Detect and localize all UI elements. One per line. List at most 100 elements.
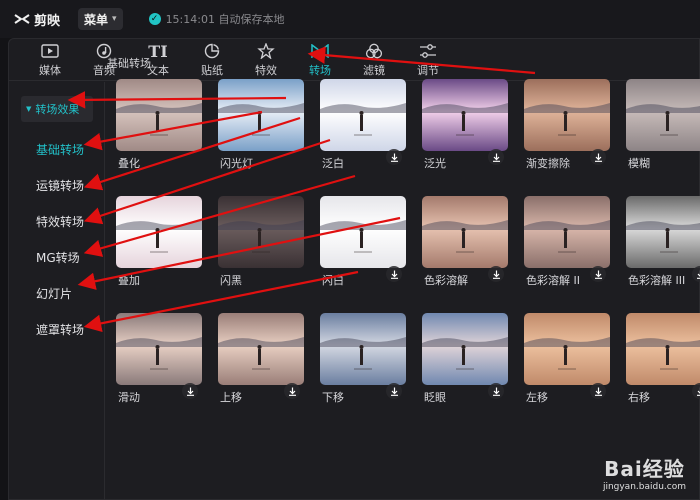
- transition-thumbnail: [218, 79, 304, 151]
- download-icon[interactable]: [488, 149, 504, 165]
- transition-label: 泛光: [424, 157, 446, 170]
- transition-thumbnail: [626, 313, 700, 385]
- transition-card[interactable]: 叠化: [116, 79, 202, 170]
- transition-label: 泛白: [322, 157, 344, 170]
- tab-adjust[interactable]: 调节: [401, 39, 455, 80]
- menu-button[interactable]: 菜单 ▾: [78, 8, 123, 30]
- transition-card[interactable]: 左移: [524, 313, 610, 404]
- media-icon: [41, 41, 59, 61]
- transition-label: 左移: [526, 391, 548, 404]
- transition-label: 渐变擦除: [526, 157, 570, 170]
- transition-card[interactable]: 泛光: [422, 79, 508, 170]
- transition-thumbnail: [422, 196, 508, 268]
- sidebar-item-basic[interactable]: 基础转场: [36, 141, 84, 158]
- download-icon[interactable]: [386, 149, 402, 165]
- tab-label: 媒体: [39, 64, 61, 77]
- download-icon[interactable]: [386, 383, 402, 399]
- filter-icon: [365, 41, 383, 61]
- transition-label: 闪黑: [220, 274, 242, 287]
- transition-icon: [311, 41, 329, 61]
- download-icon[interactable]: [284, 383, 300, 399]
- transition-card[interactable]: 右移: [626, 313, 700, 404]
- transition-label: 眨眼: [424, 391, 446, 404]
- effects-icon: [257, 41, 275, 61]
- transition-thumbnail: [218, 313, 304, 385]
- transition-card[interactable]: 叠加: [116, 196, 202, 287]
- transition-thumbnail: [422, 313, 508, 385]
- transition-thumbnail: [320, 313, 406, 385]
- download-icon[interactable]: [386, 266, 402, 282]
- transition-thumbnail: [320, 196, 406, 268]
- transition-label: 下移: [322, 391, 344, 404]
- transition-thumbnail: [524, 79, 610, 151]
- sidebar-header[interactable]: ▼ 转场效果: [21, 96, 93, 122]
- watermark-url: jingyan.baidu.com: [602, 482, 686, 492]
- transition-card[interactable]: 下移: [320, 313, 406, 404]
- transition-thumbnail: [116, 196, 202, 268]
- transition-thumbnail: [116, 79, 202, 151]
- download-icon[interactable]: [182, 383, 198, 399]
- app-logo: 剪映: [14, 10, 60, 29]
- sidebar-item-mask[interactable]: 遮罩转场: [36, 321, 84, 338]
- title-bar: 剪映 菜单 ▾ ✓ 15:14:01 自动保存本地: [0, 0, 700, 38]
- transition-label: 右移: [628, 391, 650, 404]
- tab-label: 特效: [255, 64, 277, 77]
- transition-card[interactable]: 色彩溶解 III: [626, 196, 700, 287]
- transition-card[interactable]: 渐变擦除: [524, 79, 610, 170]
- transition-sidebar: ▼ 转场效果 基础转场 运镜转场 特效转场 MG转场 幻灯片 遮罩转场: [9, 82, 105, 500]
- transition-label: 滑动: [118, 391, 140, 404]
- transition-thumbnail: [626, 196, 700, 268]
- transition-label: 闪白: [322, 274, 344, 287]
- transition-card[interactable]: 色彩溶解: [422, 196, 508, 287]
- transition-card[interactable]: 上移: [218, 313, 304, 404]
- baidu-watermark: Bai经验 jingyan.baidu.com: [603, 453, 686, 492]
- chevron-down-icon: ▾: [112, 14, 117, 24]
- transition-card[interactable]: 模糊: [626, 79, 700, 170]
- transition-label: 模糊: [628, 157, 650, 170]
- tab-label: 贴纸: [201, 64, 223, 77]
- transition-thumbnail: [524, 313, 610, 385]
- tab-transition[interactable]: 转场: [293, 39, 347, 80]
- watermark-brand: Bai经验: [604, 457, 685, 481]
- sidebar-item-special[interactable]: 特效转场: [36, 213, 84, 230]
- tab-label: 滤镜: [363, 64, 385, 77]
- adjust-icon: [419, 41, 437, 61]
- sidebar-item-mg[interactable]: MG转场: [36, 249, 80, 266]
- download-icon[interactable]: [488, 266, 504, 282]
- transition-thumbnail: [218, 196, 304, 268]
- download-icon[interactable]: [488, 383, 504, 399]
- transition-card[interactable]: 色彩溶解 II: [524, 196, 610, 287]
- check-icon: ✓: [148, 13, 161, 25]
- download-icon[interactable]: [590, 266, 606, 282]
- download-icon[interactable]: [590, 383, 606, 399]
- download-icon[interactable]: [692, 383, 700, 399]
- transition-card[interactable]: 滑动: [116, 313, 202, 404]
- sidebar-item-camera[interactable]: 运镜转场: [36, 177, 84, 194]
- tab-effects[interactable]: 特效: [239, 39, 293, 80]
- transition-label: 色彩溶解 III: [628, 274, 686, 287]
- transition-card[interactable]: 闪白: [320, 196, 406, 287]
- transition-label: 闪光灯: [220, 157, 253, 170]
- transition-label: 叠加: [118, 274, 140, 287]
- tab-label: 调节: [417, 64, 439, 77]
- transition-card[interactable]: 闪黑: [218, 196, 304, 287]
- sticker-icon: [204, 41, 220, 61]
- section-title: 基础转场: [107, 57, 151, 70]
- tab-filter[interactable]: 滤镜: [347, 39, 401, 80]
- sidebar-item-slideshow[interactable]: 幻灯片: [36, 285, 72, 302]
- transition-thumbnail: [524, 196, 610, 268]
- download-icon[interactable]: [692, 266, 700, 282]
- transition-card[interactable]: 泛白: [320, 79, 406, 170]
- transition-card[interactable]: 眨眼: [422, 313, 508, 404]
- transition-thumbnail: [422, 79, 508, 151]
- transition-label: 色彩溶解 II: [526, 274, 580, 287]
- tab-sticker[interactable]: 贴纸: [185, 39, 239, 80]
- transition-label: 上移: [220, 391, 242, 404]
- sidebar-header-label: 转场效果: [35, 103, 80, 116]
- transition-card[interactable]: 闪光灯: [218, 79, 304, 170]
- download-icon[interactable]: [590, 149, 606, 165]
- transition-thumbnail: [626, 79, 700, 151]
- autosave-text: 15:14:01 自动保存本地: [165, 13, 285, 26]
- transition-label: 叠化: [118, 157, 140, 170]
- tab-media[interactable]: 媒体: [23, 39, 77, 80]
